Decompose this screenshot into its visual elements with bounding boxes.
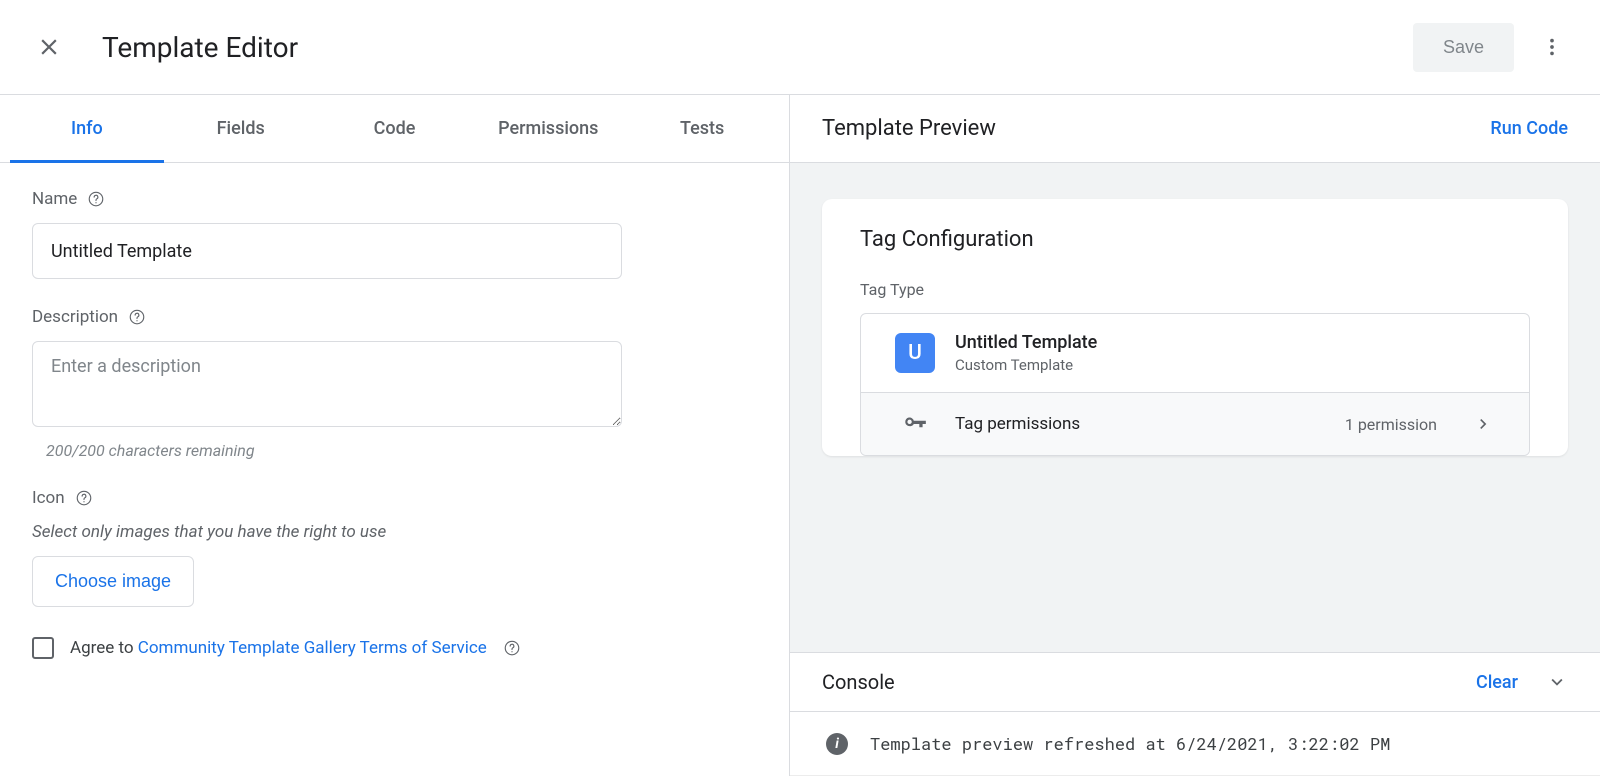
tag-configuration-card: Tag Configuration Tag Type U Untitled Te… [822,199,1568,456]
tag-type-label: Tag Type [860,280,1530,299]
template-letter-icon: U [895,333,935,373]
save-button[interactable]: Save [1413,23,1514,72]
run-code-button[interactable]: Run Code [1490,118,1568,139]
chevron-right-icon [1473,414,1495,434]
tab-fields[interactable]: Fields [164,95,318,162]
tab-permissions[interactable]: Permissions [471,95,625,162]
description-input[interactable] [32,341,622,427]
permissions-count: 1 permission [1345,415,1437,434]
permissions-label: Tag permissions [955,414,1325,434]
help-icon[interactable] [503,639,521,657]
help-icon[interactable] [128,308,146,326]
key-icon [895,411,935,437]
clear-button[interactable]: Clear [1476,672,1518,693]
page-title: Template Editor [102,31,1413,64]
name-input[interactable] [32,223,622,279]
icon-hint: Select only images that you have the rig… [32,522,757,542]
preview-title: Template Preview [822,116,996,141]
template-subtitle: Custom Template [955,356,1097,374]
terms-link[interactable]: Community Template Gallery Terms of Serv… [138,638,487,658]
tag-type-row[interactable]: U Untitled Template Custom Template [861,314,1529,393]
tab-info[interactable]: Info [10,95,164,162]
chevron-down-icon[interactable] [1546,671,1568,693]
character-count: 200/200 characters remaining [32,441,757,460]
tag-config-title: Tag Configuration [860,227,1530,252]
console-title: Console [822,670,1476,694]
console-body: i Template preview refreshed at 6/24/202… [790,712,1600,776]
template-name: Untitled Template [955,332,1097,353]
tabs: Info Fields Code Permissions Tests [0,95,789,163]
info-icon: i [826,733,848,755]
close-icon[interactable] [36,34,62,60]
choose-image-button[interactable]: Choose image [32,556,194,607]
help-icon[interactable] [75,489,93,507]
more-menu-icon[interactable] [1532,27,1572,67]
right-pane: Template Preview Run Code Tag Configurat… [790,95,1600,776]
left-pane: Info Fields Code Permissions Tests Name … [0,95,790,776]
icon-label: Icon [32,488,65,508]
agree-prefix: Agree to [70,638,138,658]
tab-tests[interactable]: Tests [625,95,779,162]
agree-checkbox[interactable] [32,637,54,659]
name-label: Name [32,189,77,209]
console-message: Template preview refreshed at 6/24/2021,… [870,732,1390,755]
header: Template Editor Save [0,0,1600,95]
console-header: Console Clear [790,652,1600,712]
description-label: Description [32,307,118,327]
tag-permissions-row[interactable]: Tag permissions 1 permission [861,393,1529,455]
tab-code[interactable]: Code [318,95,472,162]
help-icon[interactable] [87,190,105,208]
